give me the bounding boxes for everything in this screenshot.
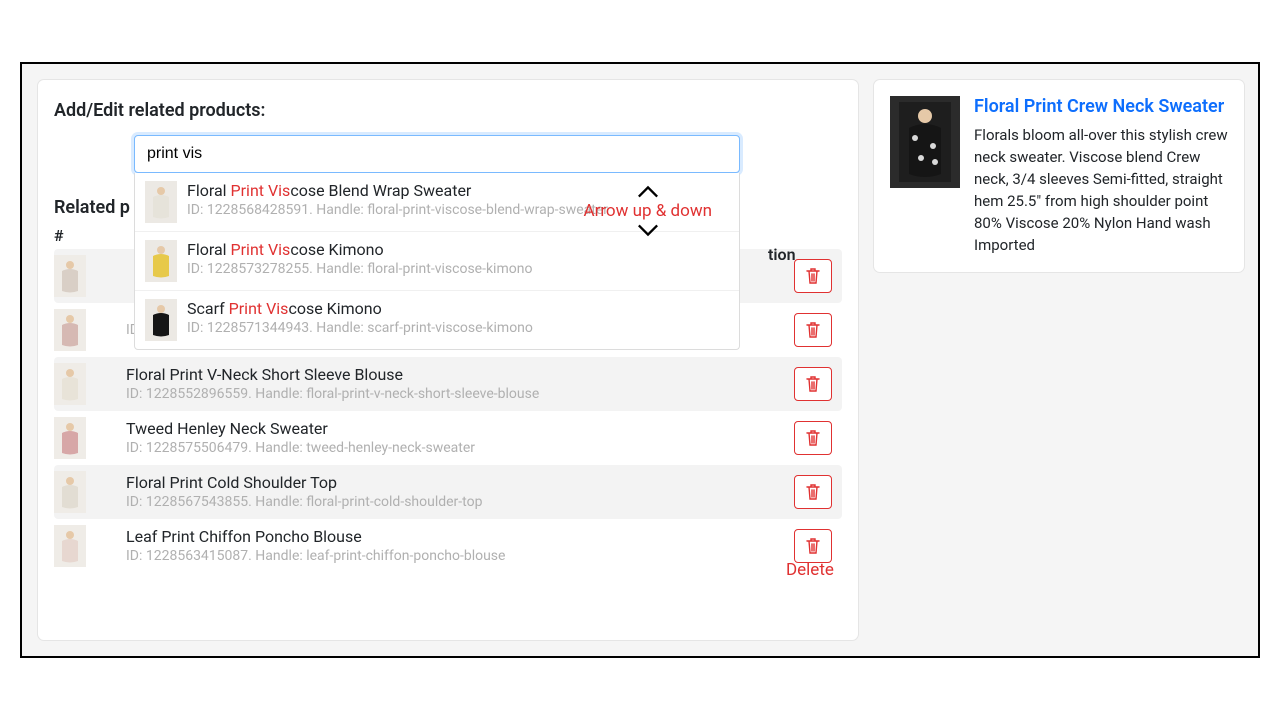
dropdown-item-title: Scarf Print Viscose Kimono — [187, 299, 729, 319]
product-detail-panel: Floral Print Crew Neck Sweater Florals b… — [874, 80, 1244, 272]
list-row: Floral Print Cold Shoulder TopID: 122856… — [54, 465, 842, 519]
delete-button[interactable] — [794, 367, 832, 401]
product-thumb — [54, 525, 86, 567]
dropdown-item-sub: ID: 1228571344943. Handle: scarf-print-v… — [187, 319, 729, 337]
delete-button[interactable] — [794, 259, 832, 293]
product-description: Florals bloom all-over this stylish crew… — [974, 124, 1228, 256]
chevron-up-icon — [637, 185, 659, 199]
chevron-down-icon — [637, 223, 659, 237]
product-thumb — [145, 181, 177, 223]
search-wrap: Floral Print Viscose Blend Wrap SweaterI… — [134, 135, 740, 173]
product-thumb — [54, 309, 86, 351]
row-title: Floral Print Cold Shoulder Top — [126, 473, 786, 493]
dropdown-item[interactable]: Floral Print Viscose KimonoID: 122857327… — [135, 231, 739, 290]
panel-title: Add/Edit related products: — [54, 100, 842, 121]
annotation-label: Arrow up & down — [583, 201, 712, 221]
list-row: Tweed Henley Neck SweaterID: 12285755064… — [54, 411, 842, 465]
product-title-link[interactable]: Floral Print Crew Neck Sweater — [974, 96, 1228, 118]
product-thumb — [54, 255, 86, 297]
app-frame: Add/Edit related products: Floral Print … — [20, 62, 1260, 658]
row-title: Tweed Henley Neck Sweater — [126, 419, 786, 439]
product-thumb — [54, 363, 86, 405]
row-sub: ID: 1228575506479. Handle: tweed-henley-… — [126, 439, 786, 457]
related-products-panel: Add/Edit related products: Floral Print … — [38, 80, 858, 640]
delete-button[interactable] — [794, 421, 832, 455]
delete-button[interactable] — [794, 475, 832, 509]
row-title: Leaf Print Chiffon Poncho Blouse — [126, 527, 786, 547]
column-header-action-fragment: tion — [768, 245, 796, 264]
dropdown-item-title: Floral Print Viscose Kimono — [187, 240, 729, 260]
row-sub: ID: 1228563415087. Handle: leaf-print-ch… — [126, 547, 786, 565]
delete-button[interactable] — [794, 529, 832, 563]
dropdown-item[interactable]: Scarf Print Viscose KimonoID: 1228571344… — [135, 290, 739, 349]
product-thumb — [54, 471, 86, 513]
delete-button[interactable] — [794, 313, 832, 347]
list-row: Leaf Print Chiffon Poncho BlouseID: 1228… — [54, 519, 842, 573]
row-sub: ID: 1228567543855. Handle: floral-print-… — [126, 493, 786, 511]
search-input[interactable] — [134, 135, 740, 173]
dropdown-item-sub: ID: 1228573278255. Handle: floral-print-… — [187, 260, 729, 278]
row-title: Floral Print V-Neck Short Sleeve Blouse — [126, 365, 786, 385]
product-image — [890, 96, 960, 188]
product-thumb — [145, 240, 177, 282]
product-thumb — [54, 417, 86, 459]
row-sub: ID: 1228552896559. Handle: floral-print-… — [126, 385, 786, 403]
list-row: Floral Print V-Neck Short Sleeve BlouseI… — [54, 357, 842, 411]
product-thumb — [145, 299, 177, 341]
annotation-arrows: Arrow up & down — [583, 185, 712, 237]
